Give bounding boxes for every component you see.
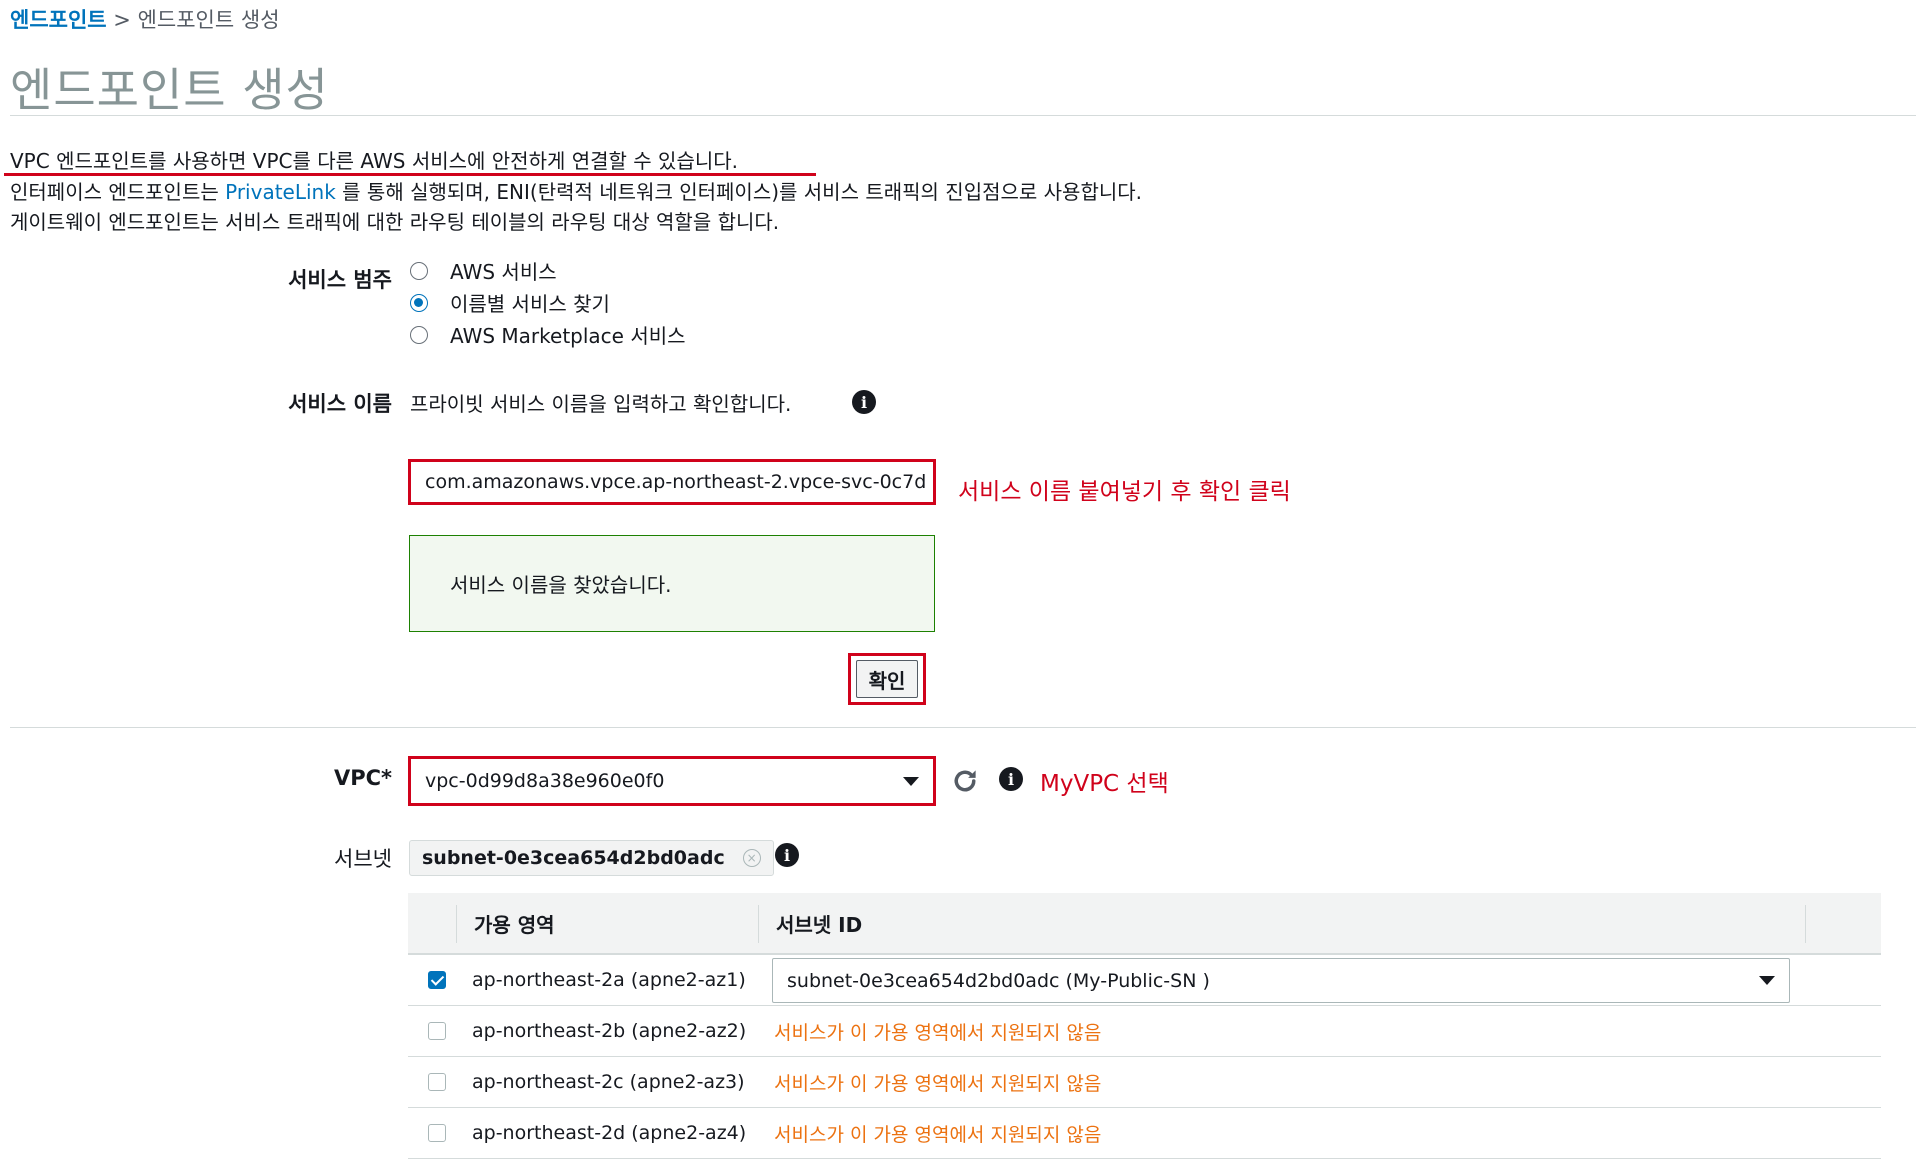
radio-find-by-name[interactable]: 이름별 서비스 찾기 [410, 288, 610, 317]
radio-label: AWS Marketplace 서비스 [450, 324, 686, 348]
vpc-select[interactable]: vpc-0d99d8a38e960e0f0 [408, 756, 936, 806]
radio-label: 이름별 서비스 찾기 [450, 292, 610, 316]
success-message-box: 서비스 이름을 찾았습니다. [409, 535, 935, 632]
radio-label: AWS 서비스 [450, 260, 557, 284]
title-divider [10, 115, 1916, 116]
az-cell: ap-northeast-2d (apne2-az4) [472, 1122, 747, 1144]
column-separator [456, 905, 457, 943]
unsupported-message: 서비스가 이 가용 영역에서 지원되지 않음 [774, 1021, 1102, 1044]
privatelink-link[interactable]: PrivateLink [225, 180, 336, 204]
page-title: 엔드포인트 생성 [10, 63, 329, 117]
vpc-annotation: MyVPC 선택 [1040, 771, 1169, 797]
subnet-table: 가용 영역 서브넷 ID ap-northeast-2a (apne2-az1)… [408, 893, 1881, 1159]
vpc-label: VPC* [333, 766, 392, 790]
service-name-input[interactable]: com.amazonaws.vpce.ap-northeast-2.vpce-s… [408, 459, 936, 505]
intro-line-2-suffix: 를 통해 실행되며, ENI(탄력적 네트워크 인터페이스)를 서비스 트래픽의… [335, 180, 1143, 204]
service-name-hint: 프라이빗 서비스 이름을 입력하고 확인합니다. [410, 392, 792, 416]
table-row: ap-northeast-2a (apne2-az1) subnet-0e3ce… [408, 955, 1881, 1006]
az-cell: ap-northeast-2a (apne2-az1) [472, 969, 746, 991]
radio-marketplace[interactable]: AWS Marketplace 서비스 [410, 320, 686, 349]
subnet-token-label: subnet-0e3cea654d2bd0adc [422, 847, 725, 869]
subnet-token: subnet-0e3cea654d2bd0adc × [409, 840, 774, 876]
unsupported-message: 서비스가 이 가용 영역에서 지원되지 않음 [774, 1123, 1102, 1146]
breadcrumb-separator: > [113, 8, 131, 32]
az-cell: ap-northeast-2c (apne2-az3) [472, 1071, 745, 1093]
vpc-info-icon[interactable]: i [999, 767, 1023, 791]
table-row: ap-northeast-2b (apne2-az2) 서비스가 이 가용 영역… [408, 1006, 1881, 1057]
table-header: 가용 영역 서브넷 ID [408, 893, 1881, 955]
radio-button[interactable] [410, 293, 428, 312]
info-icon[interactable]: i [852, 390, 876, 414]
refresh-icon[interactable] [950, 766, 980, 796]
close-icon[interactable]: × [742, 849, 761, 867]
service-name-annotation: 서비스 이름 붙여넣기 후 확인 클릭 [958, 479, 1291, 505]
service-name-label: 서비스 이름 [288, 392, 392, 416]
az-cell: ap-northeast-2b (apne2-az2) [472, 1020, 747, 1042]
intro-line-3: 게이트웨이 엔드포인트는 서비스 트래픽에 대한 라우팅 테이블의 라우팅 대상… [10, 210, 780, 234]
radio-button[interactable] [410, 325, 428, 344]
caret-down-icon [1759, 976, 1775, 985]
table-row: ap-northeast-2c (apne2-az3) 서비스가 이 가용 영역… [408, 1057, 1881, 1108]
vpc-select-value: vpc-0d99d8a38e960e0f0 [425, 770, 665, 792]
breadcrumb: 엔드포인트 > 엔드포인트 생성 [10, 4, 280, 34]
row-checkbox[interactable] [428, 1124, 446, 1142]
radio-button[interactable] [410, 261, 428, 280]
subnet-select-value: subnet-0e3cea654d2bd0adc (My-Public-SN ) [787, 969, 1210, 992]
subnet-info-icon[interactable]: i [775, 843, 799, 867]
service-category-label: 서비스 범주 [288, 268, 392, 292]
unsupported-message: 서비스가 이 가용 영역에서 지원되지 않음 [774, 1072, 1102, 1095]
breadcrumb-current: 엔드포인트 생성 [137, 8, 280, 32]
table-row: ap-northeast-2d (apne2-az4) 서비스가 이 가용 영역… [408, 1108, 1881, 1159]
caret-down-icon [903, 776, 919, 786]
row-checkbox[interactable] [428, 971, 446, 989]
intro-line-2: 인터페이스 엔드포인트는 PrivateLink 를 통해 실행되며, ENI(… [10, 177, 1142, 207]
section-divider [10, 727, 1916, 728]
column-separator [758, 905, 759, 943]
column-header-subnet-id[interactable]: 서브넷 ID [776, 909, 862, 938]
row-checkbox[interactable] [428, 1073, 446, 1091]
column-header-az[interactable]: 가용 영역 [474, 909, 555, 938]
intro-line-2-prefix: 인터페이스 엔드포인트는 [10, 180, 226, 204]
subnet-select[interactable]: subnet-0e3cea654d2bd0adc (My-Public-SN ) [772, 958, 1790, 1003]
column-separator [1805, 905, 1806, 943]
annotation-underline [4, 173, 816, 176]
breadcrumb-endpoints-link[interactable]: 엔드포인트 [10, 8, 107, 32]
confirm-button[interactable]: 확인 [856, 660, 918, 698]
radio-aws-service[interactable]: AWS 서비스 [410, 256, 557, 285]
success-message: 서비스 이름을 찾았습니다. [450, 573, 672, 597]
confirm-button-highlight: 확인 [848, 653, 926, 705]
intro-line-1: VPC 엔드포인트를 사용하면 VPC를 다른 AWS 서비스에 안전하게 연결… [10, 149, 739, 173]
row-checkbox[interactable] [428, 1022, 446, 1040]
subnet-label: 서브넷 [334, 847, 392, 871]
